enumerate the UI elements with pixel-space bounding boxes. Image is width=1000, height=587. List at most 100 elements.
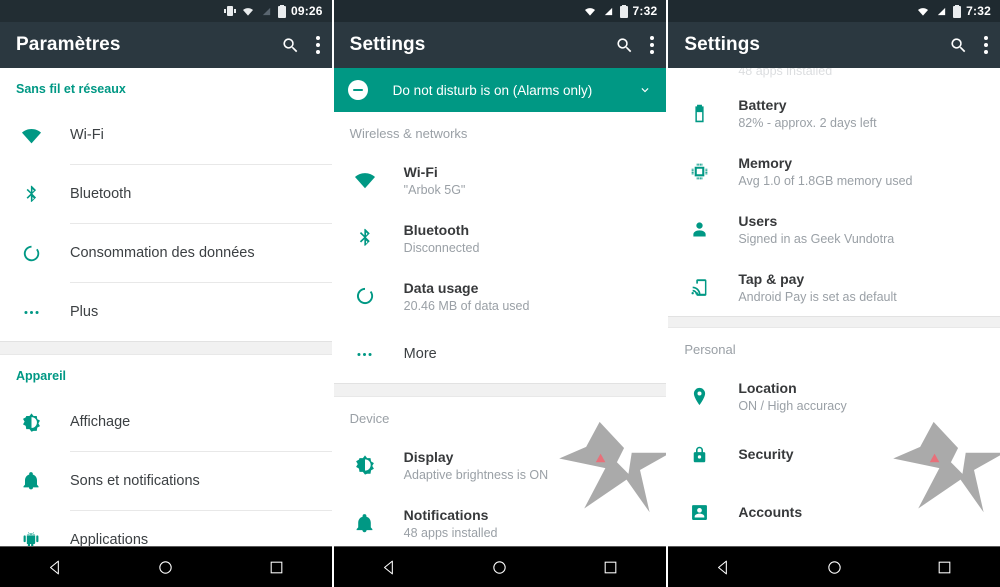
list-item-subtitle: 82% - approx. 2 days left: [738, 115, 877, 130]
status-time: 7:32: [632, 4, 658, 18]
bluetooth-icon: [359, 228, 370, 246]
more-vert-icon[interactable]: [315, 36, 320, 54]
list-item-data-usage[interactable]: Consommation des données: [0, 224, 332, 282]
navigation-bar[interactable]: [333, 546, 667, 587]
signal-icon: [262, 7, 271, 15]
section-separator: [668, 316, 1000, 328]
data-usage-icon: [23, 245, 39, 261]
tap-and-pay-icon: [691, 278, 707, 296]
status-time: 09:26: [290, 4, 323, 18]
bell-icon: [356, 513, 373, 532]
status-bar: 09:26: [0, 0, 332, 22]
search-icon[interactable]: [949, 36, 968, 55]
home-icon[interactable]: [157, 559, 174, 576]
list-item-location[interactable]: Location ON / High accuracy: [668, 367, 1000, 425]
navigation-bar[interactable]: [0, 546, 332, 587]
list-item-label: Wi-Fi: [403, 163, 438, 180]
back-icon[interactable]: [381, 559, 398, 576]
list-item-subtitle: Adaptive brightness is ON: [403, 467, 549, 482]
list-item-label: Location: [738, 379, 797, 396]
navigation-bar[interactable]: [668, 546, 1000, 587]
list-item-display[interactable]: Affichage: [0, 393, 332, 451]
home-icon[interactable]: [826, 559, 843, 576]
page-title: Settings: [684, 34, 761, 55]
list-item-display[interactable]: Display Adaptive brightness is ON: [334, 436, 667, 494]
back-icon[interactable]: [47, 559, 64, 576]
wifi-icon: [21, 128, 41, 143]
status-icons: [583, 4, 628, 18]
list-item-label: Notifications: [403, 506, 489, 523]
recents-icon[interactable]: [602, 559, 619, 576]
section-header-personal: Personal: [684, 342, 736, 357]
brightness-icon: [22, 412, 40, 432]
bluetooth-icon: [26, 185, 36, 202]
phone-screen-settings-english: 7:32 Settings Do not disturb is on (Alar…: [331, 0, 669, 587]
list-item-memory[interactable]: Memory Avg 1.0 of 1.8GB memory used: [668, 142, 1000, 200]
status-icons: [223, 4, 286, 18]
do-not-disturb-text: Do not disturb is on (Alarms only): [392, 82, 593, 98]
list-item-wifi[interactable]: Wi-Fi: [0, 106, 332, 164]
signal-icon: [604, 7, 612, 15]
list-item-accounts[interactable]: Accounts: [668, 483, 1000, 541]
back-icon[interactable]: [715, 559, 732, 576]
list-item-security[interactable]: Security: [668, 425, 1000, 483]
list-item-tap-and-pay[interactable]: Tap & pay Android Pay is set as default: [668, 258, 1000, 316]
home-icon[interactable]: [491, 559, 508, 576]
list-item-label: Tap & pay: [738, 270, 805, 287]
data-usage-icon: [356, 287, 373, 305]
app-bar: Paramètres: [0, 22, 332, 68]
user-icon: [693, 221, 706, 236]
list-item-label: Consommation des données: [70, 245, 255, 261]
list-item-label: Wi-Fi: [70, 127, 104, 143]
list-item-more[interactable]: Plus: [0, 283, 332, 341]
wifi-icon: [242, 7, 253, 16]
three-phone-screenshots: 09:26 Paramètres Sans fil et réseaux Wi-…: [0, 0, 1000, 587]
list-item-sounds[interactable]: Sons et notifications: [0, 452, 332, 510]
section-separator: [0, 341, 332, 355]
section-separator: [333, 383, 667, 397]
list-item-subtitle: ON / High accuracy: [738, 398, 847, 413]
account-box-icon: [691, 504, 707, 520]
list-item-data-usage[interactable]: Data usage 20.46 MB of data used: [334, 267, 667, 325]
list-item-users[interactable]: Users Signed in as Geek Vundotra: [668, 200, 1000, 258]
list-item-notifications[interactable]: Notifications 48 apps installed: [334, 494, 667, 546]
list-item-subtitle: Signed in as Geek Vundotra: [738, 231, 895, 246]
search-icon[interactable]: [281, 36, 300, 55]
page-title: Paramètres: [16, 34, 121, 55]
list-item-wifi[interactable]: Wi-Fi "Arbok 5G": [334, 151, 667, 209]
list-item-applications[interactable]: Applications: [0, 511, 332, 546]
list-item-battery[interactable]: Battery 82% - approx. 2 days left: [668, 84, 1000, 142]
settings-list[interactable]: Wireless & networks Wi-Fi "Arbok 5G" Blu…: [333, 112, 667, 546]
search-icon[interactable]: [615, 36, 634, 55]
list-item-subtitle: "Arbok 5G": [403, 182, 466, 197]
list-item-bluetooth[interactable]: Bluetooth Disconnected: [334, 209, 667, 267]
status-icons: [916, 4, 962, 18]
more-horiz-icon: [23, 310, 39, 314]
recents-icon[interactable]: [268, 559, 285, 576]
more-vert-icon[interactable]: [650, 36, 655, 54]
wifi-icon: [918, 7, 929, 16]
settings-list[interactable]: Sans fil et réseaux Wi-Fi Bluetooth Cons…: [0, 68, 332, 546]
do-not-disturb-banner[interactable]: Do not disturb is on (Alarms only): [333, 68, 667, 112]
bell-icon: [23, 472, 39, 490]
battery-icon: [953, 4, 962, 18]
android-icon: [23, 532, 39, 546]
list-item-label: Security: [738, 446, 794, 462]
list-item-subtitle: Disconnected: [403, 240, 480, 255]
list-item-label: Users: [738, 212, 778, 229]
list-item-label: More: [403, 346, 437, 362]
more-vert-icon[interactable]: [984, 36, 988, 54]
more-horiz-icon: [357, 352, 372, 356]
list-item-label: Sons et notifications: [70, 473, 200, 489]
wifi-icon: [584, 7, 595, 16]
list-item-label: Data usage: [403, 279, 479, 296]
memory-icon: [691, 163, 708, 179]
recents-icon[interactable]: [936, 559, 953, 576]
vibrate-icon: [223, 5, 236, 17]
list-item-label: Bluetooth: [403, 221, 469, 238]
list-item-label: Plus: [70, 304, 99, 320]
chevron-down-icon[interactable]: [638, 83, 652, 97]
settings-list[interactable]: 48 apps installed Battery 82% - approx. …: [668, 68, 1000, 546]
list-item-bluetooth[interactable]: Bluetooth: [0, 165, 332, 223]
list-item-more[interactable]: More: [334, 325, 667, 383]
